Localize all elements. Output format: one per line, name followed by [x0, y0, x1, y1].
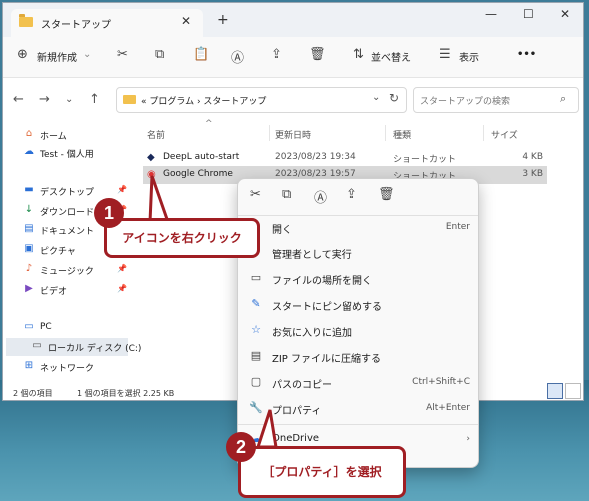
- callout-pointers: [148, 175, 278, 449]
- callout-1-pointer: [148, 175, 171, 224]
- callout-step-1: アイコンを右クリック: [104, 218, 260, 258]
- callout-2-pointer: [255, 409, 278, 449]
- step-1-text: アイコンを右クリック: [122, 231, 242, 245]
- step-2-text: ［プロパティ］を選択: [262, 465, 382, 479]
- step-1-badge: 1: [94, 198, 124, 228]
- step-2-badge: 2: [226, 432, 256, 462]
- callout-step-2: ［プロパティ］を選択: [238, 446, 406, 498]
